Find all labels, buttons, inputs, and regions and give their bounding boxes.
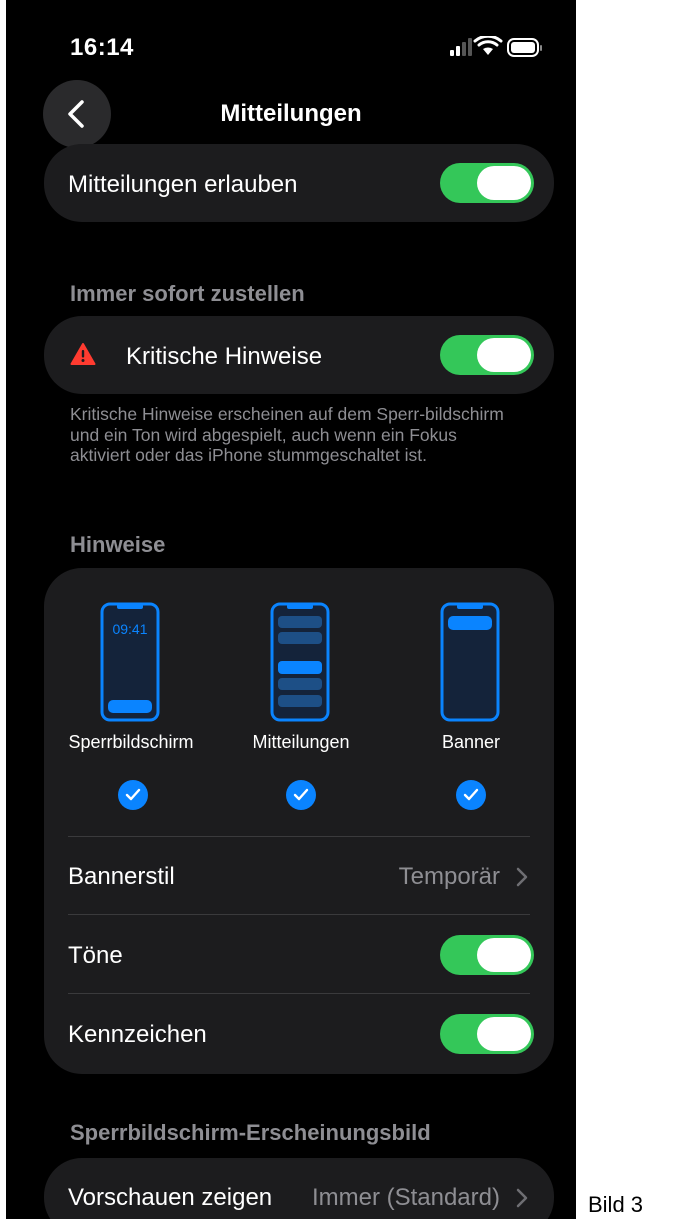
section-header-lockscreen-appearance: Sperrbildschirm-Erscheinungsbild [70,1120,431,1145]
chevron-right-icon [516,867,528,887]
lockscreen-checkmark[interactable] [118,780,148,810]
warning-icon [70,342,96,371]
checkmark-icon [293,788,309,801]
allow-notifications-row[interactable]: Mitteilungen erlauben [44,144,554,222]
chevron-right-icon [516,1188,528,1208]
banner-checkmark[interactable] [456,780,486,810]
notification-center-preview-icon[interactable] [270,602,332,729]
toggle-knob [477,166,531,200]
preview-clock-text: 09:41 [112,621,147,637]
banner-style-value: Temporär [398,863,500,890]
option-label-banner[interactable]: Banner [381,732,561,753]
critical-alerts-toggle[interactable] [440,335,534,375]
toggle-knob [477,938,531,972]
badges-toggle[interactable] [440,1014,534,1054]
allow-notifications-label: Mitteilungen erlauben [68,171,298,198]
sounds-toggle[interactable] [440,935,534,975]
alerts-card: 09:41 Sperrbildschirm Mitteilungen Banne… [44,568,554,1074]
option-label-lockscreen[interactable]: Sperrbildschirm [41,732,221,753]
sounds-label: Töne [68,942,123,969]
show-previews-row[interactable]: Vorschauen zeigen Immer (Standard) [44,1158,554,1219]
show-previews-value: Immer (Standard) [311,1184,500,1211]
banner-preview-icon[interactable] [440,602,502,729]
checkmark-icon [125,788,141,801]
signal-wifi-battery-icon [450,34,542,57]
lockscreen-preview-icon[interactable]: 09:41 [100,602,162,729]
phone-screen: 16:14 Mitteilungen Mitteilungen erlauben… [8,0,574,1219]
banner-style-label: Bannerstil [68,863,175,890]
status-icons [450,34,544,60]
show-previews-label: Vorschauen zeigen [68,1184,273,1211]
section-header-alerts: Hinweise [70,532,166,557]
notification-center-checkmark[interactable] [286,780,316,810]
section-header-immediate: Immer sofort zustellen [70,281,305,306]
critical-alerts-row[interactable]: Kritische Hinweise [44,316,554,394]
critical-alerts-footer: Kritische Hinweise erscheinen auf dem Sp… [70,404,504,465]
divider [68,993,530,994]
banner-style-row[interactable]: Bannerstil Temporär [44,837,554,914]
toggle-knob [477,1017,531,1051]
checkmark-icon [463,788,479,801]
allow-notifications-toggle[interactable] [440,163,534,203]
figure-caption: Bild 3 [588,1192,644,1217]
badges-label: Kennzeichen [68,1021,207,1048]
page-title: Mitteilungen [220,100,362,127]
divider [68,914,530,915]
option-label-notification-center[interactable]: Mitteilungen [211,732,391,753]
toggle-knob [477,338,531,372]
critical-alerts-label: Kritische Hinweise [126,343,323,370]
status-time: 16:14 [70,34,134,61]
